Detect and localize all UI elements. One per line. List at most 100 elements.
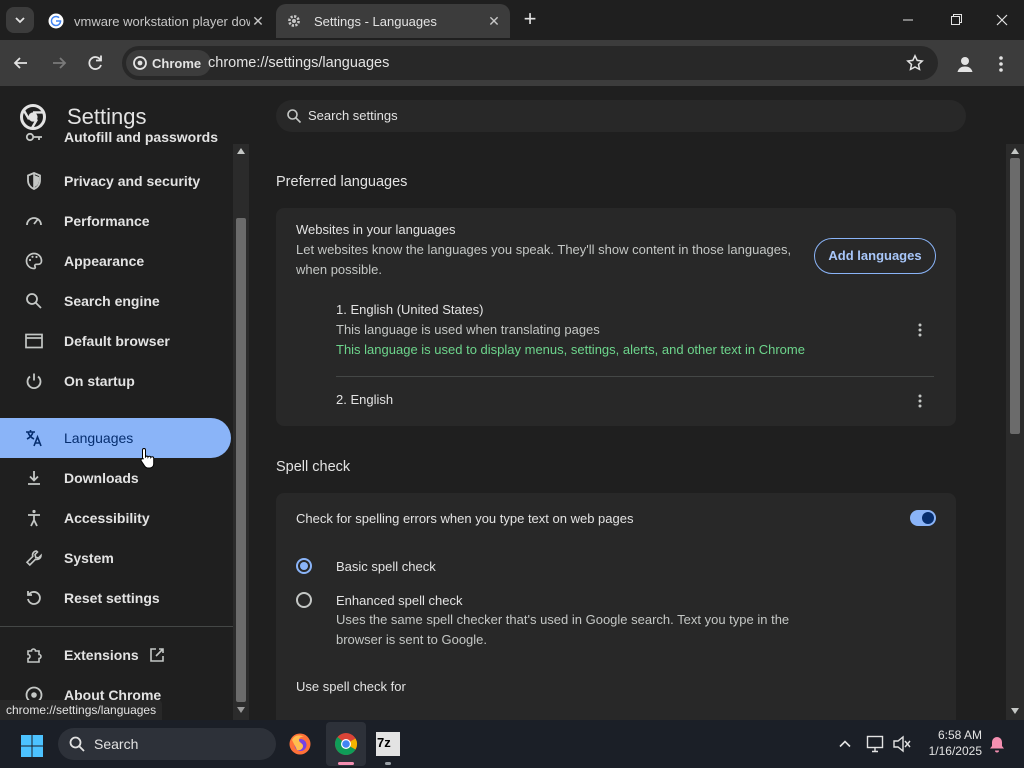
enhanced-spell-check-radio[interactable]: [296, 592, 312, 608]
url-text[interactable]: chrome://settings/languages: [208, 46, 389, 80]
section-heading-spell-check: Spell check: [276, 459, 351, 475]
active-app-indicator: [338, 762, 354, 765]
clock-date: 1/16/2025: [928, 744, 982, 758]
basic-spell-check-label[interactable]: Basic spell check: [336, 559, 436, 574]
omnibox[interactable]: Chrome chrome://settings/languages: [122, 46, 938, 80]
main-scrollbar[interactable]: [1006, 144, 1024, 720]
restore-button[interactable]: [944, 12, 968, 28]
sidebar-item-label: System: [64, 550, 114, 566]
sidebar-item-label: Downloads: [64, 470, 139, 486]
tab-vmware-search[interactable]: vmware workstation player dow ✕: [40, 4, 272, 38]
taskbar-firefox[interactable]: [288, 732, 312, 756]
scroll-up-arrow[interactable]: [1011, 148, 1019, 154]
wrench-icon: [25, 550, 42, 567]
sidebar-item-extensions[interactable]: Extensions: [0, 635, 231, 675]
more-vert-icon[interactable]: [912, 393, 928, 409]
bookmark-star-button[interactable]: [906, 54, 924, 72]
basic-spell-check-radio[interactable]: [296, 558, 312, 574]
desc-line: Let websites know the languages you spea…: [296, 242, 792, 257]
sidebar-item-reset[interactable]: Reset settings: [0, 578, 231, 618]
enhanced-spell-check-desc: Uses the same spell checker that's used …: [336, 610, 836, 650]
scroll-up-arrow[interactable]: [237, 148, 245, 154]
sidebar-item-accessibility[interactable]: Accessibility: [0, 498, 231, 538]
sidebar-divider: [0, 626, 233, 627]
search-icon: [287, 109, 302, 124]
sidebar-item-label: Reset settings: [64, 590, 160, 606]
language-name: 1. English (United States): [336, 302, 484, 317]
minimize-button[interactable]: [896, 12, 920, 28]
sidebar-item-label: Accessibility: [64, 510, 150, 526]
more-vert-icon[interactable]: [912, 322, 928, 338]
sidebar-item-languages[interactable]: Languages: [0, 418, 231, 458]
back-button[interactable]: [10, 52, 32, 74]
close-window-button[interactable]: [990, 12, 1014, 28]
notification-bell-icon[interactable]: [988, 735, 1006, 753]
sidebar-item-privacy[interactable]: Privacy and security: [0, 161, 231, 201]
sidebar-item-system[interactable]: System: [0, 538, 231, 578]
close-icon[interactable]: ✕: [486, 13, 502, 29]
tab-title: vmware workstation player dow: [74, 13, 250, 29]
speedometer-icon: [26, 217, 42, 226]
network-icon[interactable]: [866, 735, 886, 753]
reload-button[interactable]: [84, 52, 106, 74]
start-button[interactable]: [20, 734, 44, 758]
clock-time: 6:58 AM: [937, 728, 982, 742]
enhanced-spell-check-label[interactable]: Enhanced spell check: [336, 593, 462, 608]
taskbar-7zip[interactable]: 7z: [376, 732, 400, 765]
sidebar-item-autofill[interactable]: Autofill and passwords: [0, 132, 231, 157]
scroll-down-arrow[interactable]: [1011, 708, 1019, 714]
sidebar-item-downloads[interactable]: Downloads: [0, 458, 231, 498]
arrow-right-icon: [53, 57, 67, 69]
search-placeholder: Search settings: [308, 108, 398, 123]
profile-icon: [957, 57, 973, 72]
sidebar-item-label: Default browser: [64, 333, 170, 349]
tab-settings-languages[interactable]: Settings - Languages ✕: [276, 4, 510, 38]
key-icon: [25, 132, 42, 142]
spell-check-card: Check for spelling errors when you type …: [276, 493, 956, 720]
scrollbar-thumb[interactable]: [236, 218, 246, 702]
preferred-languages-card: Websites in your languages Let websites …: [276, 208, 956, 426]
forward-button[interactable]: [48, 52, 70, 74]
sidebar-item-performance[interactable]: Performance: [0, 201, 231, 241]
google-icon: [48, 13, 64, 29]
chevron-up-icon[interactable]: [838, 737, 852, 751]
minimize-icon: [903, 19, 913, 21]
add-languages-button[interactable]: Add languages: [814, 238, 936, 274]
running-app-indicator: [385, 762, 391, 765]
tab-search-button[interactable]: [6, 7, 34, 33]
language-row: 2. English: [336, 378, 934, 424]
sidebar-scrollbar[interactable]: [233, 144, 249, 720]
settings-search-box[interactable]: Search settings: [276, 100, 966, 132]
menu-button[interactable]: [992, 53, 1010, 75]
sidebar-item-default-browser[interactable]: Default browser: [0, 321, 231, 361]
scroll-down-arrow[interactable]: [237, 707, 245, 713]
volume-muted-icon[interactable]: [892, 735, 912, 753]
site-info-chip[interactable]: Chrome: [126, 50, 212, 76]
sidebar-item-label: Appearance: [64, 253, 145, 269]
star-icon: [906, 54, 924, 71]
sidebar-item-on-startup[interactable]: On startup: [0, 361, 231, 401]
settings-sidebar: Settings Autofill and passwords Privacy …: [0, 86, 233, 720]
clock[interactable]: 6:58 AM 1/16/2025: [918, 727, 982, 759]
sidebar-item-label: Search engine: [64, 293, 160, 309]
close-icon: [996, 14, 1008, 26]
close-icon[interactable]: ✕: [250, 13, 266, 29]
restore-icon: [951, 14, 962, 25]
radio-dot: [300, 562, 308, 570]
tab-title: Settings - Languages: [314, 13, 437, 29]
browser-window-icon: [25, 333, 43, 349]
search-icon: [69, 736, 85, 752]
taskbar-chrome[interactable]: [326, 722, 366, 766]
taskbar-search-box[interactable]: Search: [58, 728, 276, 760]
palette-icon: [25, 252, 43, 270]
spell-check-toggle-label: Check for spelling errors when you type …: [296, 511, 634, 526]
sidebar-item-appearance[interactable]: Appearance: [0, 241, 231, 281]
profile-button[interactable]: [954, 53, 976, 75]
firefox-icon: [289, 733, 311, 755]
arrow-left-icon: [13, 57, 27, 69]
new-tab-button[interactable]: +: [518, 8, 542, 32]
desc-line: when possible.: [296, 262, 382, 277]
sidebar-item-search-engine[interactable]: Search engine: [0, 281, 231, 321]
scrollbar-thumb[interactable]: [1010, 158, 1020, 434]
spell-check-toggle[interactable]: [910, 510, 936, 526]
